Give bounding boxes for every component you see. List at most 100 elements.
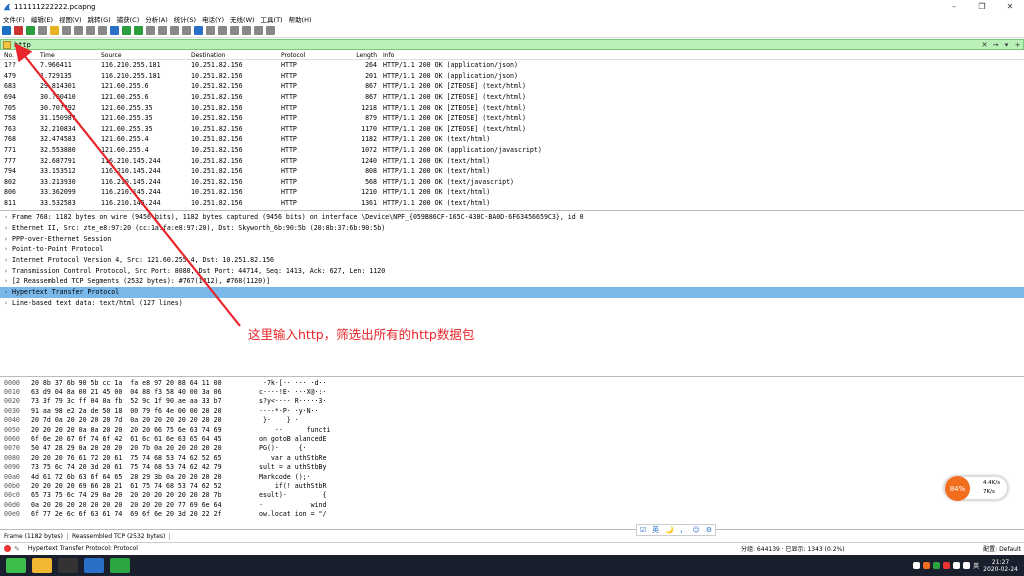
packet-row[interactable]: 811 33.532583 116.210.145.244 10.251.82.156… <box>0 198 1024 209</box>
toolbar-button-0[interactable] <box>2 26 11 35</box>
ime-moon-icon[interactable]: 🌙 <box>665 526 674 534</box>
toolbar-button-11[interactable] <box>134 26 143 35</box>
bytes-hex[interactable]: 6f 77 2e 6c 6f 63 61 74 69 6f 6e 20 3d 2… <box>31 510 222 518</box>
minimize-button[interactable]: – <box>940 0 968 13</box>
tray-icon[interactable] <box>943 562 951 569</box>
bytes-asc[interactable]: if(! authStbR <box>259 482 327 490</box>
tray-icon[interactable] <box>923 562 931 569</box>
ime-punct-icon[interactable]: ， <box>680 525 687 535</box>
packet-row[interactable]: 806 33.362099 116.210.145.244 10.251.82.156… <box>0 187 1024 198</box>
toolbar-button-13[interactable] <box>158 26 167 35</box>
taskbar-app-icon[interactable] <box>32 558 52 573</box>
bytes-asc[interactable]: var a uthStbRe <box>259 454 327 462</box>
col-info[interactable]: Info <box>383 52 394 59</box>
bytes-asc[interactable]: s?y<···· R·····3· <box>259 397 327 405</box>
toolbar-button-21[interactable] <box>254 26 263 35</box>
bytes-asc[interactable]: PG()· {· <box>259 444 327 452</box>
bytes-asc[interactable]: c····!E· ···X@·:· <box>259 388 327 396</box>
toolbar-button-22[interactable] <box>266 26 275 35</box>
taskbar-app-icon[interactable] <box>110 558 130 573</box>
toolbar-button-20[interactable] <box>242 26 251 35</box>
detail-row[interactable]: › [2 Reassembled TCP Segments (2532 bytes… <box>0 276 1024 287</box>
bytes-off[interactable]: 0040 <box>4 416 20 424</box>
expand-chevron-icon[interactable]: › <box>4 224 12 232</box>
packet-row[interactable]: 777 32.687791 116.210.145.244 10.251.82.156… <box>0 155 1024 166</box>
detail-row[interactable]: › Transmission Control Protocol, Src Port… <box>0 265 1024 276</box>
detail-row[interactable]: › Ethernet II, Src: zte_e8:97:20 (cc:1a:f… <box>0 223 1024 234</box>
packet-row[interactable]: 768 32.474583 121.60.255.4 10.251.82.156 HTT… <box>0 134 1024 145</box>
bytes-off[interactable]: 0020 <box>4 397 20 405</box>
tray-icon[interactable] <box>933 562 941 569</box>
input-lang-indicator[interactable]: 英 <box>973 561 979 570</box>
menu-telephony[interactable]: 电话(Y) <box>202 14 224 24</box>
bytes-asc[interactable]: }· } · <box>259 416 327 424</box>
col-time[interactable]: Time <box>40 52 55 59</box>
bytes-asc[interactable]: sult = a uthStbBy <box>259 463 327 471</box>
bytes-off[interactable]: 00e0 <box>4 510 20 518</box>
toolbar-button-1[interactable] <box>14 26 23 35</box>
bytes-off[interactable]: 00c0 <box>4 491 20 499</box>
toolbar-button-19[interactable] <box>230 26 239 35</box>
taskbar-app-icon[interactable] <box>84 558 104 573</box>
packet-row[interactable]: 694 30.?00410 121.60.255.6 10.251.82.156 HTT… <box>0 92 1024 103</box>
bytes-asc[interactable]: ·· functi <box>259 426 331 434</box>
detail-row[interactable]: › Frame 768: 1182 bytes on wire (9456 bit… <box>0 212 1024 223</box>
packet-row[interactable]: 705 30.70??92 121.60.255.35 10.251.82.156 HT… <box>0 102 1024 113</box>
packet-row[interactable]: 479 1.729135 116.210.255.181 10.251.82.156 H… <box>0 71 1024 82</box>
toolbar-button-5[interactable] <box>62 26 71 35</box>
bytes-off[interactable]: 0030 <box>4 407 20 415</box>
detail-row[interactable]: › PPP-over-Ethernet Session <box>0 233 1024 244</box>
toolbar-button-16[interactable] <box>194 26 203 35</box>
detail-row[interactable]: › Point-to-Point Protocol <box>0 244 1024 255</box>
bytes-hex[interactable]: 20 8b 37 6b 90 5b cc 1a fa e8 97 20 88 6… <box>31 379 222 387</box>
ime-emoji-icon[interactable]: ☺ <box>693 526 700 534</box>
packet-row[interactable]: 763 32.210834 121.60.255.35 10.251.82.156 HT… <box>0 124 1024 135</box>
bytes-hex[interactable]: 20 20 20 20 0a 0a 20 20 20 20 66 75 6e 6… <box>31 426 222 434</box>
detail-row[interactable]: › Internet Protocol Version 4, Src: 121.6… <box>0 255 1024 266</box>
clock[interactable]: 21:27 2020-02-24 <box>983 559 1018 573</box>
bytes-hex[interactable]: 6f 6e 20 67 6f 74 6f 42 61 6c 61 6e 63 6… <box>31 435 222 443</box>
toolbar-button-4[interactable] <box>50 26 59 35</box>
expand-chevron-icon[interactable]: › <box>4 213 12 221</box>
packet-row[interactable]: 802 33.213930 116.210.145.244 10.251.82.156… <box>0 177 1024 188</box>
bytes-off[interactable]: 0050 <box>4 426 20 434</box>
toolbar-button-2[interactable] <box>26 26 35 35</box>
bytes-hex[interactable]: 50 47 28 29 0a 20 20 20 20 7b 0a 20 20 2… <box>31 444 222 452</box>
net-speed-widget[interactable]: 84% 4.4K/s 7K/s <box>944 476 1008 501</box>
toolbar-button-12[interactable] <box>146 26 155 35</box>
tray-icon[interactable] <box>953 562 961 569</box>
bytes-asc[interactable]: · wind <box>259 501 327 509</box>
ime-settings-icon[interactable]: ⚙ <box>706 526 712 534</box>
bytes-asc[interactable]: ow.locat ion = "/ <box>259 510 327 518</box>
expand-chevron-icon[interactable]: › <box>4 277 12 285</box>
bytes-hex[interactable]: 20 20 20 76 61 72 20 61 75 74 68 53 74 6… <box>31 454 222 462</box>
bytes-off[interactable]: 0080 <box>4 454 20 462</box>
col-length[interactable]: Length <box>331 52 377 59</box>
expand-chevron-icon[interactable]: › <box>4 267 12 275</box>
bytes-off[interactable]: 0060 <box>4 435 20 443</box>
packet-list[interactable]: No. Time Source Destination Protocol Len… <box>0 51 1024 211</box>
ime-lang-icon[interactable]: 英 <box>652 525 659 535</box>
toolbar-button-15[interactable] <box>182 26 191 35</box>
clear-filter-button[interactable]: ✕ <box>979 40 990 49</box>
packet-row[interactable]: 771 32.553880 121.60.255.4 10.251.82.156 HTT… <box>0 145 1024 156</box>
bytes-off[interactable]: 0010 <box>4 388 20 396</box>
menu-wireless[interactable]: 无线(W) <box>230 14 255 24</box>
ime-checkbox-icon[interactable]: ☑ <box>640 526 646 534</box>
bytes-hex[interactable]: 73 3f 79 3c ff 04 0a fb 52 9c 1f 90 ae a… <box>31 397 222 405</box>
bytes-off[interactable]: 0070 <box>4 444 20 452</box>
toolbar-button-8[interactable] <box>98 26 107 35</box>
menu-file[interactable]: 文件(F) <box>3 14 25 24</box>
toolbar-button-14[interactable] <box>170 26 179 35</box>
display-filter-bar[interactable]: http ✕ → ▾ + <box>0 39 1024 50</box>
toolbar-button-10[interactable] <box>122 26 131 35</box>
packet-bytes[interactable]: 0000 20 8b 37 6b 90 5b cc 1a fa e8 97 20 … <box>0 378 1024 530</box>
expand-chevron-icon[interactable]: › <box>4 235 12 243</box>
expand-chevron-icon[interactable]: › <box>4 299 12 307</box>
bytes-hex[interactable]: 65 73 75 6c 74 29 0a 20 20 20 20 20 20 2… <box>31 491 222 499</box>
col-no[interactable]: No. <box>4 52 14 59</box>
toolbar-button-7[interactable] <box>86 26 95 35</box>
packet-row[interactable]: 758 31.15098? 121.60.255.35 10.251.82.156 HT… <box>0 113 1024 124</box>
menu-statistics[interactable]: 统计(S) <box>174 14 196 24</box>
packet-row[interactable]: 794 33.153512 116.210.145.244 10.251.82.156… <box>0 166 1024 177</box>
